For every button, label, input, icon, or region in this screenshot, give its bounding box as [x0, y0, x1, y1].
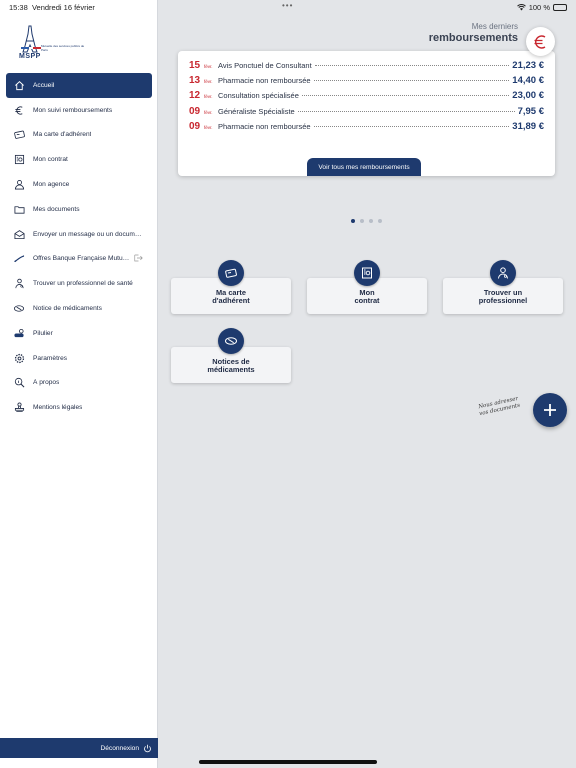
- card-icon: [13, 129, 25, 141]
- pillbox-icon: [13, 327, 25, 339]
- sidebar-item-notice-medicaments[interactable]: Notice de médicaments: [6, 296, 152, 321]
- gear-icon: [13, 352, 25, 364]
- status-time: 15:38 Vendredi 16 février: [9, 3, 95, 12]
- reimbursement-month: févr.: [204, 124, 213, 130]
- mspp-logo: MSPP Mutuelle des services publics de Pa…: [15, 24, 87, 64]
- reimbursements-card: 15 févr. Avis Ponctuel de Consultant 21,…: [178, 51, 555, 176]
- pill-icon: [218, 328, 244, 354]
- sidebar-item-suivi-remboursements[interactable]: Mon suivi remboursements: [6, 98, 152, 123]
- reimbursement-amount: 23,00 €: [512, 90, 544, 102]
- fab-hint: Nous adresser vos documents: [477, 395, 521, 417]
- reimbursement-day: 13: [189, 75, 201, 87]
- page-dot[interactable]: [378, 219, 382, 223]
- reimbursements-heading-small: Mes derniers: [471, 22, 518, 31]
- reimbursement-row[interactable]: 09 févr. Généraliste Spécialiste 7,95 €: [189, 106, 544, 121]
- reimbursement-day: 15: [189, 60, 201, 71]
- status-indicators: 100 %: [516, 3, 567, 12]
- battery-icon: [553, 4, 567, 11]
- reimbursement-day: 09: [189, 105, 201, 117]
- logo-subtitle: Mutuelle des services publics de Paris: [41, 44, 85, 52]
- reimbursement-label: Consultation spécialisée: [218, 91, 299, 101]
- reimbursement-day: 12: [189, 90, 201, 102]
- card-icon: [218, 260, 244, 286]
- sidebar-item-agence[interactable]: Mon agence: [6, 172, 152, 197]
- reimbursement-month: févr.: [204, 64, 213, 69]
- logo-name: MSPP: [19, 53, 41, 60]
- contract-icon: [13, 154, 25, 166]
- reimbursements-list: 15 févr. Avis Ponctuel de Consultant 21,…: [189, 60, 544, 136]
- reimbursement-row[interactable]: 09 févr. Pharmacie non remboursée 31,89 …: [189, 121, 544, 136]
- sidebar-item-mentions-legales[interactable]: Mentions légales: [6, 395, 152, 420]
- battery-percent: 100 %: [528, 3, 550, 12]
- dotted-leader: [313, 80, 510, 82]
- reimbursement-label: Avis Ponctuel de Consultant: [218, 61, 312, 70]
- reimbursements-heading-big: remboursements: [428, 32, 518, 44]
- tile-label: Notices de médicaments: [207, 357, 255, 375]
- mail-icon: [13, 228, 25, 240]
- home-icon: [13, 79, 25, 91]
- doctor-icon: [490, 260, 516, 286]
- reimbursement-day: 09: [189, 120, 201, 132]
- euro-badge[interactable]: [526, 27, 555, 56]
- agent-icon: [13, 179, 25, 191]
- reimbursement-label: Généraliste Spécialiste: [218, 106, 295, 116]
- reimbursement-label: Pharmacie non remboursée: [218, 76, 311, 86]
- page-dot[interactable]: [369, 219, 373, 223]
- sidebar-item-trouver-professionnel[interactable]: Trouver un professionnel de santé: [6, 271, 152, 296]
- page-dot[interactable]: [360, 219, 364, 223]
- sidebar-item-offres-banque[interactable]: Offres Banque Française Mutu…: [6, 247, 152, 272]
- logout-label: Déconnexion: [100, 744, 140, 752]
- reimbursements-heading: Mes derniers remboursements: [429, 22, 518, 44]
- tile-label: Trouver un professionnel: [478, 288, 528, 306]
- wifi-icon: [516, 4, 526, 11]
- reimbursement-month: févr.: [204, 94, 213, 100]
- reimbursement-amount: 31,89 €: [512, 120, 544, 132]
- power-icon: [144, 744, 151, 752]
- multitasking-dots[interactable]: •••: [282, 1, 293, 10]
- sidebar-item-envoyer-message[interactable]: Envoyer un message ou un docum…: [6, 222, 152, 247]
- sidebar-item-carte-adherent[interactable]: Ma carte d'adhérent: [6, 123, 152, 148]
- tile-label: Ma carte d'adhérent: [212, 288, 250, 306]
- sidebar-item-documents[interactable]: Mes documents: [6, 197, 152, 222]
- reimbursement-row[interactable]: 15 févr. Avis Ponctuel de Consultant 21,…: [189, 60, 544, 75]
- contract-icon: [354, 260, 380, 286]
- page-dot-active[interactable]: [351, 219, 355, 223]
- dotted-leader: [314, 65, 510, 66]
- sidebar-item-pilulier[interactable]: Pilulier: [6, 321, 152, 346]
- sidebar-item-a-propos[interactable]: À propos: [6, 371, 152, 396]
- status-bar: 15:38 Vendredi 16 février ••• 100 %: [0, 0, 576, 14]
- folder-icon: [13, 203, 25, 215]
- reimbursement-label: Pharmacie non remboursée: [218, 121, 311, 131]
- sidebar-item-contrat[interactable]: Mon contrat: [6, 147, 152, 172]
- dotted-leader: [297, 110, 515, 112]
- see-all-reimbursements-button[interactable]: Voir tous mes remboursements: [307, 158, 421, 176]
- reimbursement-amount: 14,40 €: [512, 75, 544, 87]
- sidebar-nav: Accueil Mon suivi remboursements Ma cart…: [6, 73, 152, 420]
- info-search-icon: [13, 377, 25, 389]
- external-link-icon: [134, 254, 144, 264]
- reimbursement-month: févr.: [204, 109, 213, 115]
- bank-icon: [13, 253, 25, 265]
- sidebar: MSPP Mutuelle des services publics de Pa…: [0, 0, 158, 768]
- reimbursement-row[interactable]: 13 févr. Pharmacie non remboursée 14,40 …: [189, 75, 544, 90]
- page-indicator[interactable]: [351, 219, 382, 223]
- tile-label: Mon contrat: [354, 288, 380, 306]
- euro-icon: [534, 34, 545, 49]
- euro-icon: [13, 104, 25, 116]
- doctor-icon: [13, 278, 25, 290]
- reimbursement-month: févr.: [204, 79, 213, 85]
- pill-icon: [13, 303, 25, 315]
- logout-button[interactable]: Déconnexion: [0, 738, 158, 758]
- plus-icon: [544, 404, 556, 416]
- home-indicator[interactable]: [199, 760, 377, 764]
- add-document-button[interactable]: [533, 393, 567, 427]
- reimbursement-amount: 21,23 €: [512, 60, 544, 71]
- sidebar-item-accueil[interactable]: Accueil: [6, 73, 152, 98]
- sidebar-item-parametres[interactable]: Paramètres: [6, 346, 152, 371]
- reimbursement-amount: 7,95 €: [517, 105, 544, 117]
- stamp-icon: [13, 402, 25, 414]
- reimbursement-row[interactable]: 12 févr. Consultation spécialisée 23,00 …: [189, 90, 544, 105]
- dotted-leader: [301, 95, 510, 97]
- dotted-leader: [313, 125, 510, 127]
